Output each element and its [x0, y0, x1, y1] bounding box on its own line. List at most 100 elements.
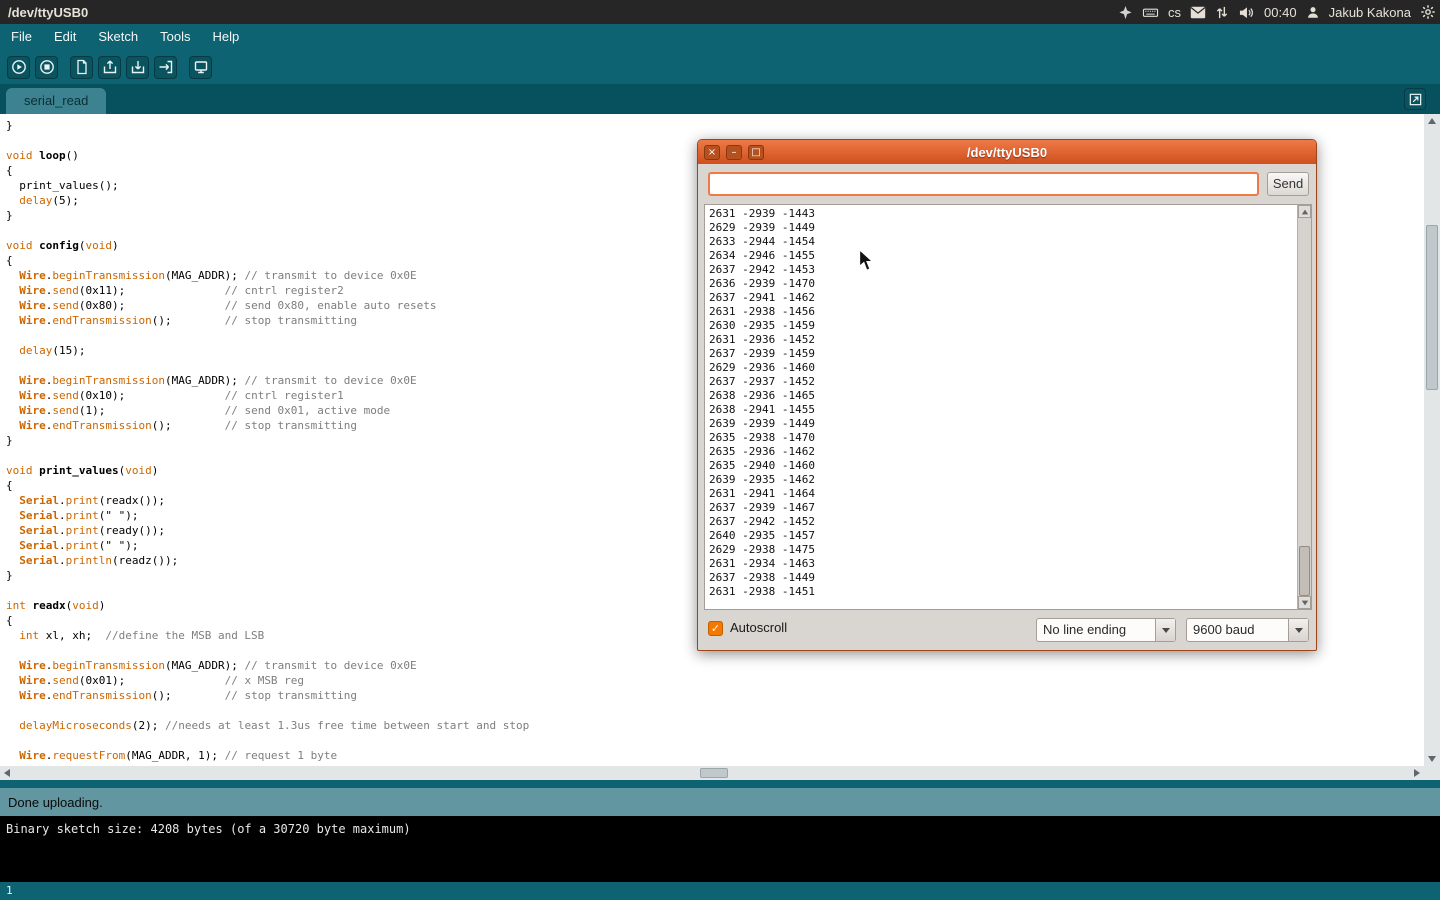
maximize-button[interactable]: □ — [748, 145, 764, 160]
status-bar: Done uploading. — [0, 788, 1440, 816]
top-panel: /dev/ttyUSB0 cs 00:40 Jakub Kakona — [0, 0, 1440, 24]
serial-line: 2637 -2939 -1459 — [709, 347, 1297, 361]
serial-output: 2631 -2939 -14432629 -2939 -14492633 -29… — [705, 205, 1297, 609]
menu-item-help[interactable]: Help — [201, 24, 250, 50]
serial-monitor-body: Send 2631 -2939 -14432629 -2939 -1449263… — [698, 164, 1316, 650]
baud-select[interactable]: 9600 baud — [1186, 618, 1309, 642]
serial-line: 2631 -2941 -1464 — [709, 487, 1297, 501]
serial-line: 2633 -2944 -1454 — [709, 235, 1297, 249]
panel-window-title: /dev/ttyUSB0 — [8, 5, 88, 20]
menu-bar: FileEditSketchToolsHelp — [0, 24, 1440, 50]
chevron-down-icon[interactable] — [1155, 619, 1175, 641]
serial-scroll-thumb[interactable] — [1299, 546, 1310, 596]
clock-label[interactable]: 00:40 — [1264, 5, 1297, 20]
user-menu-label[interactable]: Jakub Kakona — [1329, 5, 1411, 20]
autoscroll-label[interactable]: Autoscroll — [730, 620, 787, 635]
serial-scroll-up-icon[interactable] — [1298, 205, 1311, 218]
tab-menu-button[interactable] — [1404, 88, 1426, 110]
serial-line: 2629 -2936 -1460 — [709, 361, 1297, 375]
serial-monitor-button[interactable] — [189, 56, 212, 79]
serial-line: 2637 -2942 -1453 — [709, 263, 1297, 277]
console-output: Binary sketch size: 4208 bytes (of a 307… — [0, 816, 1440, 882]
code-line: Wire.requestFrom(MAG_ADDR, 1); // reques… — [6, 748, 1424, 763]
serial-line: 2639 -2939 -1449 — [709, 417, 1297, 431]
serial-line: 2629 -2938 -1475 — [709, 543, 1297, 557]
serial-line: 2631 -2939 -1443 — [709, 207, 1297, 221]
send-button[interactable]: Send — [1267, 172, 1309, 196]
indicator-icon[interactable] — [1118, 5, 1133, 20]
menu-item-file[interactable]: File — [0, 24, 43, 50]
mouse-cursor — [858, 248, 876, 279]
serial-monitor-titlebar[interactable]: × – □ /dev/ttyUSB0 — [698, 140, 1316, 164]
code-line: Wire.send(0x01); // x MSB reg — [6, 673, 1424, 688]
serial-line: 2640 -2935 -1457 — [709, 529, 1297, 543]
panel-indicators: cs 00:40 Jakub Kakona — [1118, 0, 1436, 24]
code-line: Wire.endTransmission(); // stop transmit… — [6, 688, 1424, 703]
serial-send-input[interactable] — [708, 172, 1259, 196]
menu-item-sketch[interactable]: Sketch — [87, 24, 149, 50]
code-line: Wire.beginTransmission(MAG_ADDR); // tra… — [6, 658, 1424, 673]
chrome-strip — [0, 780, 1440, 788]
serial-line: 2638 -2936 -1465 — [709, 389, 1297, 403]
scroll-left-icon[interactable] — [4, 769, 10, 777]
menu-item-edit[interactable]: Edit — [43, 24, 87, 50]
keyboard-layout-label[interactable]: cs — [1168, 5, 1181, 20]
save-sketch-button[interactable] — [126, 56, 149, 79]
serial-line: 2629 -2939 -1449 — [709, 221, 1297, 235]
status-message: Done uploading. — [8, 795, 103, 810]
volume-icon[interactable] — [1238, 5, 1255, 20]
serial-line: 2631 -2938 -1456 — [709, 305, 1297, 319]
mail-icon[interactable] — [1190, 6, 1206, 19]
serial-line: 2637 -2939 -1467 — [709, 501, 1297, 515]
line-ending-select[interactable]: No line ending — [1036, 618, 1176, 642]
serial-line: 2631 -2936 -1452 — [709, 333, 1297, 347]
code-line: delayMicroseconds(2); //needs at least 1… — [6, 718, 1424, 733]
editor-hscroll-thumb[interactable] — [700, 768, 728, 778]
serial-scroll-down-icon[interactable] — [1298, 596, 1311, 609]
user-icon — [1306, 5, 1320, 20]
serial-line: 2635 -2940 -1460 — [709, 459, 1297, 473]
serial-line: 2636 -2939 -1470 — [709, 277, 1297, 291]
editor-horizontal-scrollbar[interactable] — [0, 766, 1424, 780]
scroll-up-icon[interactable] — [1428, 118, 1436, 124]
serial-line: 2635 -2936 -1462 — [709, 445, 1297, 459]
scrollbar-corner — [1424, 766, 1440, 780]
gear-icon[interactable] — [1420, 4, 1436, 20]
serial-line: 2637 -2941 -1462 — [709, 291, 1297, 305]
close-button[interactable]: × — [704, 145, 720, 160]
serial-line: 2635 -2938 -1470 — [709, 431, 1297, 445]
line-number: 1 — [6, 884, 13, 897]
serial-output-scrollbar[interactable] — [1297, 205, 1311, 609]
keyboard-icon[interactable] — [1142, 5, 1159, 20]
serial-line: 2631 -2938 -1451 — [709, 585, 1297, 599]
tab-serial-read[interactable]: serial_read — [6, 88, 106, 114]
menu-item-tools[interactable]: Tools — [149, 24, 201, 50]
code-line — [6, 703, 1424, 718]
open-sketch-button[interactable] — [98, 56, 121, 79]
serial-monitor-window: × – □ /dev/ttyUSB0 Send 2631 -2939 -1443… — [697, 139, 1317, 651]
stop-button[interactable] — [35, 56, 58, 79]
minimize-button[interactable]: – — [726, 145, 742, 160]
serial-line: 2637 -2938 -1449 — [709, 571, 1297, 585]
screen: /dev/ttyUSB0 cs 00:40 Jakub Kakona — [0, 0, 1440, 900]
editor-vertical-scrollbar[interactable] — [1424, 114, 1440, 766]
autoscroll-checkbox[interactable]: ✓ — [708, 621, 723, 636]
serial-output-area[interactable]: 2631 -2939 -14432629 -2939 -14492633 -29… — [704, 204, 1312, 610]
toolbar — [0, 50, 1440, 84]
scroll-right-icon[interactable] — [1414, 769, 1420, 777]
serial-line: 2639 -2935 -1462 — [709, 473, 1297, 487]
serial-line: 2637 -2937 -1452 — [709, 375, 1297, 389]
serial-line: 2631 -2934 -1463 — [709, 557, 1297, 571]
editor-vscroll-thumb[interactable] — [1426, 225, 1438, 390]
code-line — [6, 733, 1424, 748]
line-number-strip: 1 — [0, 882, 1440, 900]
chevron-down-icon[interactable] — [1288, 619, 1308, 641]
serial-monitor-title: /dev/ttyUSB0 — [698, 145, 1316, 160]
scroll-down-icon[interactable] — [1428, 756, 1436, 762]
network-sync-icon[interactable] — [1215, 5, 1229, 20]
verify-button[interactable] — [7, 56, 30, 79]
new-sketch-button[interactable] — [70, 56, 93, 79]
console-line: Binary sketch size: 4208 bytes (of a 307… — [6, 822, 1440, 836]
upload-button[interactable] — [154, 56, 177, 79]
serial-line: 2630 -2935 -1459 — [709, 319, 1297, 333]
